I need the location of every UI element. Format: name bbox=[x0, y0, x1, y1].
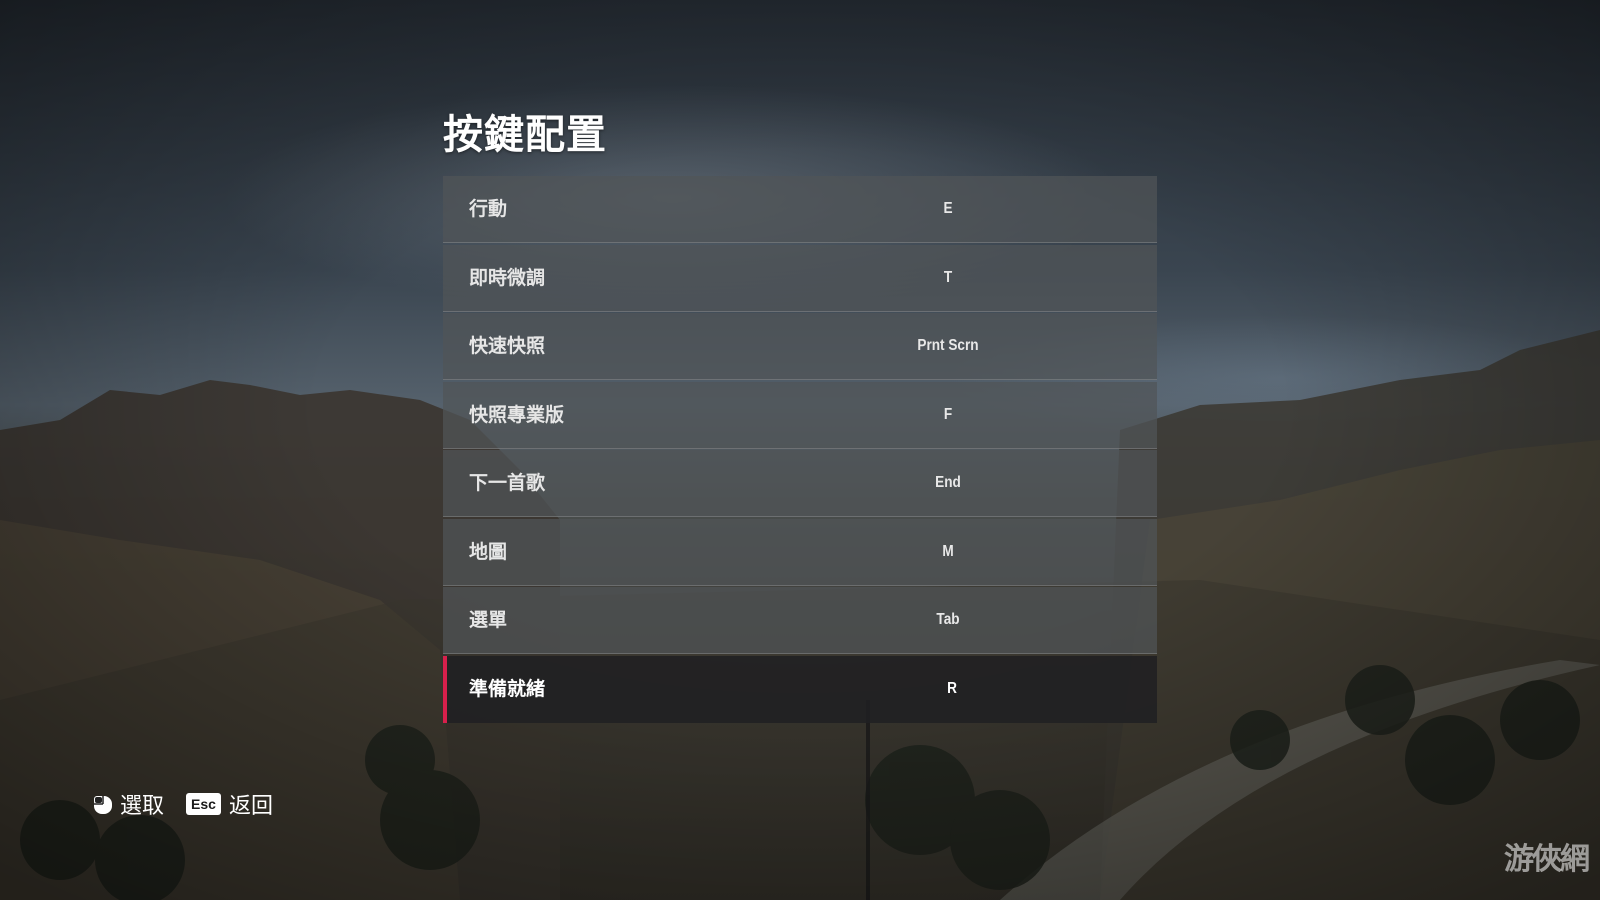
key-label: E bbox=[943, 200, 953, 217]
keybinding-row-menu[interactable]: 選單 Tab bbox=[443, 587, 1157, 654]
mouse-left-click-icon bbox=[92, 792, 114, 816]
back-hint-label: 返回 bbox=[228, 794, 273, 819]
keybinding-row-next-song[interactable]: 下一首歌 End bbox=[443, 450, 1157, 517]
back-hint[interactable]: Esc 返回 bbox=[186, 788, 273, 820]
footer-hints: 選取 Esc 返回 bbox=[92, 788, 295, 820]
action-label: 準備就緒 bbox=[469, 677, 546, 700]
keybinding-row-quick-tune[interactable]: 即時微調 T bbox=[443, 244, 1157, 312]
watermark-logo: 游俠網 bbox=[1504, 842, 1590, 877]
key-label: M bbox=[942, 542, 954, 560]
keybinding-row-quick-snapshot[interactable]: 快速快照 Prnt Scrn bbox=[443, 313, 1157, 380]
action-label: 下一首歌 bbox=[469, 472, 546, 494]
action-label: 選單 bbox=[469, 609, 508, 631]
keybinding-row-action[interactable]: 行動 E bbox=[443, 176, 1157, 243]
action-label: 快速快照 bbox=[469, 335, 546, 357]
select-hint-label: 選取 bbox=[120, 794, 165, 819]
keybinding-list: 行動 E 即時微調 T 快速快照 Prnt Scrn 快照專業版 F 下一首歌 … bbox=[443, 176, 1157, 724]
key-label: Prnt Scrn bbox=[917, 337, 979, 354]
select-hint[interactable]: 選取 bbox=[92, 788, 164, 820]
esc-key-icon: Esc bbox=[186, 793, 221, 815]
key-label: T bbox=[943, 268, 953, 286]
action-label: 快照專業版 bbox=[469, 403, 565, 426]
keybinding-row-snapshot-pro[interactable]: 快照專業版 F bbox=[443, 381, 1157, 449]
action-label: 即時微調 bbox=[469, 266, 546, 289]
keybinding-row-ready[interactable]: 準備就緒 R bbox=[443, 655, 1157, 723]
page-title: 按鍵配置 bbox=[443, 112, 607, 158]
action-label: 行動 bbox=[469, 198, 508, 220]
keybinding-row-map[interactable]: 地圖 M bbox=[443, 518, 1157, 586]
key-label: End bbox=[935, 474, 961, 491]
action-label: 地圖 bbox=[469, 540, 508, 563]
key-label: Tab bbox=[936, 611, 960, 628]
key-label: R bbox=[947, 679, 957, 697]
key-label: F bbox=[943, 405, 953, 423]
